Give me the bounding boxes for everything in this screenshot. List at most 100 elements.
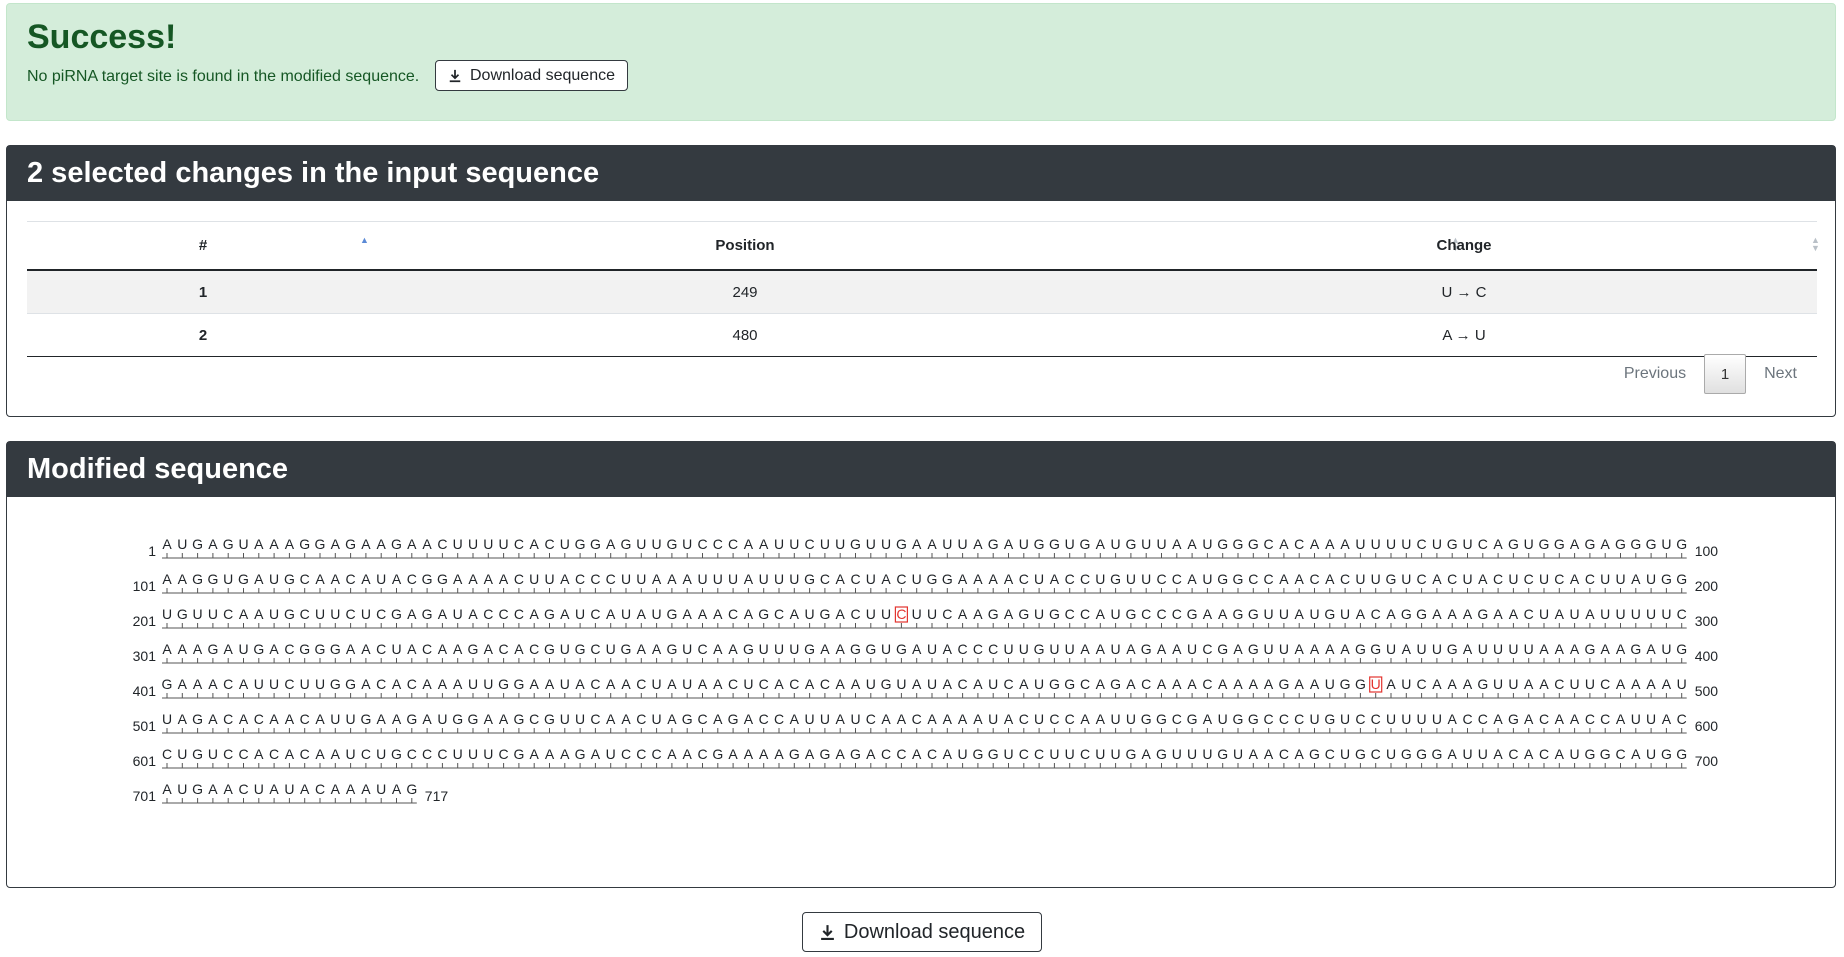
nucleotide: G — [345, 676, 356, 692]
nucleotide: A — [377, 711, 387, 727]
nucleotide: U — [1401, 676, 1411, 692]
nucleotide: G — [1233, 711, 1244, 727]
nucleotide: U — [1615, 606, 1625, 622]
nucleotide: A — [1493, 746, 1503, 762]
nucleotide: U — [1508, 641, 1518, 657]
nucleotide: A — [1570, 536, 1580, 552]
nucleotide: A — [1218, 606, 1228, 622]
nucleotide: C — [636, 746, 646, 762]
nucleotide: A — [1340, 536, 1350, 552]
nucleotide: A — [683, 606, 693, 622]
nucleotide: U — [789, 641, 799, 657]
nucleotide: C — [1080, 606, 1090, 622]
nucleotide: U — [208, 746, 218, 762]
nucleotide: U — [1432, 711, 1442, 727]
nucleotide: C — [789, 676, 799, 692]
nucleotide: G — [590, 536, 601, 552]
nucleotide: A — [407, 641, 417, 657]
nucleotide: U — [468, 746, 478, 762]
nucleotide: A — [744, 571, 754, 587]
nucleotide: G — [1508, 711, 1519, 727]
nucleotide: U — [1386, 641, 1396, 657]
column-header-position[interactable]: Position ▲ ▼ — [379, 221, 1460, 271]
column-header-change[interactable]: Change ▲ ▼ — [1111, 221, 1820, 271]
nucleotide: C — [1264, 571, 1274, 587]
nucleotide: C — [697, 711, 707, 727]
nucleotide: C — [1417, 571, 1427, 587]
nucleotide: U — [866, 571, 876, 587]
nucleotide: A — [1279, 571, 1289, 587]
nucleotide: C — [1202, 641, 1212, 657]
nucleotide: G — [621, 536, 632, 552]
nucleotide: U — [1462, 746, 1472, 762]
nucleotide: G — [1110, 571, 1121, 587]
nucleotide: U — [468, 536, 478, 552]
nucleotide: G — [819, 606, 830, 622]
column-label-position: Position — [715, 237, 775, 254]
nucleotide: A — [683, 571, 693, 587]
nucleotide: G — [1018, 606, 1029, 622]
nucleotide: A — [1142, 746, 1152, 762]
nucleotide: A — [1646, 641, 1656, 657]
nucleotide: A — [912, 676, 922, 692]
nucleotide: A — [560, 746, 570, 762]
nucleotide: A — [1509, 606, 1519, 622]
nucleotide: U — [958, 746, 968, 762]
nucleotide: G — [192, 781, 203, 797]
nucleotide: A — [499, 571, 509, 587]
nucleotide: C — [590, 571, 600, 587]
nucleotide: U — [912, 571, 922, 587]
nucleotide: A — [805, 676, 815, 692]
next-page-button[interactable]: Next — [1746, 365, 1815, 383]
nucleotide: U — [1493, 676, 1503, 692]
nucleotide: C — [942, 606, 952, 622]
nucleotide: A — [744, 536, 754, 552]
page-1-button[interactable]: 1 — [1704, 354, 1747, 394]
nucleotide: U — [789, 536, 799, 552]
nucleotide: C — [958, 676, 968, 692]
nucleotide: U — [958, 536, 968, 552]
nucleotide: A — [1218, 676, 1228, 692]
nucleotide: U — [1478, 746, 1488, 762]
nucleotide: G — [1125, 536, 1136, 552]
nucleotide: A — [484, 571, 494, 587]
table-row: 2 480 A → U — [27, 313, 1817, 357]
nucleotide: G — [1477, 606, 1488, 622]
nucleotide: G — [391, 536, 402, 552]
nucleotide: G — [1600, 746, 1611, 762]
nucleotide: A — [1126, 641, 1136, 657]
nucleotide: G — [544, 711, 555, 727]
nucleotide: G — [1217, 571, 1228, 587]
previous-page-button[interactable]: Previous — [1606, 365, 1704, 383]
nucleotide: A — [438, 641, 448, 657]
download-sequence-bottom-button[interactable]: Download sequence — [802, 912, 1042, 952]
nucleotide: A — [1448, 746, 1458, 762]
nucleotide: G — [1187, 711, 1198, 727]
nucleotide: C — [1065, 606, 1075, 622]
nucleotide: U — [1264, 641, 1274, 657]
sequence-title: Modified sequence — [27, 453, 289, 485]
nucleotide: A — [530, 536, 540, 552]
download-sequence-button[interactable]: Download sequence — [435, 60, 628, 91]
nucleotide: C — [376, 676, 386, 692]
nucleotide: C — [1524, 606, 1534, 622]
success-alert: Success! No piRNA target site is found i… — [6, 3, 1836, 121]
nucleotide: C — [499, 641, 509, 657]
column-header-index[interactable]: # ▲ — [27, 221, 379, 271]
nucleotide: G — [1447, 641, 1458, 657]
nucleotide: C — [407, 746, 417, 762]
nucleotide: G — [758, 606, 769, 622]
nucleotide: U — [560, 711, 570, 727]
sequence-viewer: 1AUGAGUAAAGGAGAAGAACUUUUCACUGGAGUUGUCCCA… — [7, 522, 1837, 842]
nucleotide: U — [1126, 571, 1136, 587]
nucleotide: C — [1371, 606, 1381, 622]
nucleotide: A — [1050, 571, 1060, 587]
nucleotide: U — [988, 711, 998, 727]
line-end-number: 400 — [1695, 648, 1719, 664]
nucleotide: U — [560, 641, 570, 657]
nucleotide: A — [652, 571, 662, 587]
nucleotide: A — [514, 641, 524, 657]
nucleotide: U — [1126, 711, 1136, 727]
nucleotide: U — [1508, 571, 1518, 587]
download-icon — [449, 69, 461, 82]
